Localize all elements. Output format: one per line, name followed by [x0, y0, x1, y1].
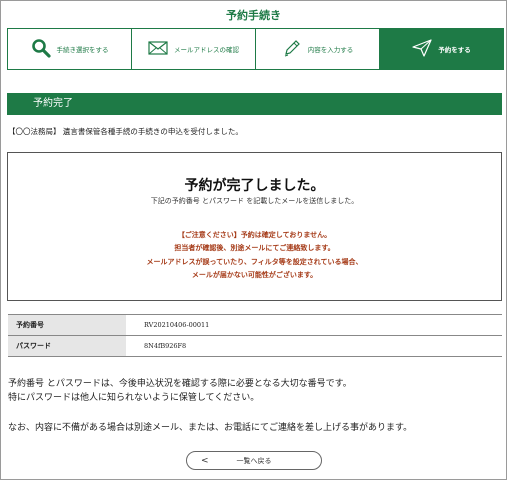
section-title: 予約完了 — [33, 98, 73, 109]
table-row: 予約番号 RV20210406-00011 — [8, 314, 502, 336]
step-label: 手続き選択をする — [56, 46, 109, 54]
step-reserve-current: 予約をする — [380, 29, 503, 69]
note-line: なお、内容に不備がある場合は別途メール、または、お電話にてご連絡を差し上げる事が… — [8, 423, 413, 433]
step-indicator: 手続き選択をする メールアドレスの確認 内容を入力する 予約をする — [7, 28, 504, 70]
step-enter-details: 内容を入力する — [256, 29, 380, 69]
step-email-confirm: メールアドレスの確認 — [132, 29, 256, 69]
search-icon — [31, 38, 51, 60]
table-row: パスワード 8N4fB926F8 — [8, 335, 502, 357]
pencil-icon — [282, 38, 302, 60]
reservation-info-table: 予約番号 RV20210406-00011 パスワード 8N4fB926F8 — [8, 314, 502, 357]
caution-line: メールが届かない可能性がございます。 — [191, 270, 318, 279]
caution-message: 【ご注意ください】予約は確定しておりません。 担当者が確認後、別途メールにてご連… — [8, 229, 501, 282]
reservation-number-label: 予約番号 — [8, 314, 126, 336]
step-label: 予約をする — [438, 46, 471, 54]
back-to-list-button[interactable]: < 一覧へ戻る — [186, 451, 322, 470]
section-banner: 予約完了 — [7, 93, 502, 115]
note-line: 予約番号 とパスワードは、今後申込状況を確認する際に必要となる大切な番号です。 — [8, 379, 352, 389]
caution-line: 【ご注意ください】予約は確定しておりません。 — [177, 231, 332, 239]
note-line: 特にパスワードは他人に知られないように保管してください。 — [8, 393, 260, 403]
step-select-procedure: 手続き選択をする — [8, 29, 132, 69]
password-label: パスワード — [8, 335, 126, 357]
send-icon — [412, 39, 432, 59]
receipt-notice: 【〇〇法務局】 遺言書保管各種手続の手続きの申込を受付しました。 — [8, 127, 243, 136]
completion-subtitle: 下記の予約番号 とパスワード を記載したメールを送信しました。 — [150, 197, 359, 205]
page-frame: 予約手続き 手続き選択をする メールアドレスの確認 内容を入力する 予約をする — [0, 0, 507, 480]
caution-line: 担当者が確認後、別途メールにてご連絡致します。 — [174, 244, 335, 253]
caution-line: メールアドレスが誤っていたり、フィルタ等を設定されている場合、 — [146, 257, 363, 266]
chevron-left-icon: < — [201, 455, 209, 466]
completion-title: 予約が完了しました。 — [184, 178, 325, 194]
password-value: 8N4fB926F8 — [126, 335, 502, 357]
reservation-number-value: RV20210406-00011 — [126, 314, 502, 336]
step-label: 内容を入力する — [307, 46, 354, 54]
completion-box: 予約が完了しました。 下記の予約番号 とパスワード を記載したメールを送信しまし… — [7, 152, 502, 301]
mail-icon — [148, 40, 168, 58]
step-label: メールアドレスの確認 — [174, 46, 239, 54]
page-title: 予約手続き — [226, 9, 281, 22]
